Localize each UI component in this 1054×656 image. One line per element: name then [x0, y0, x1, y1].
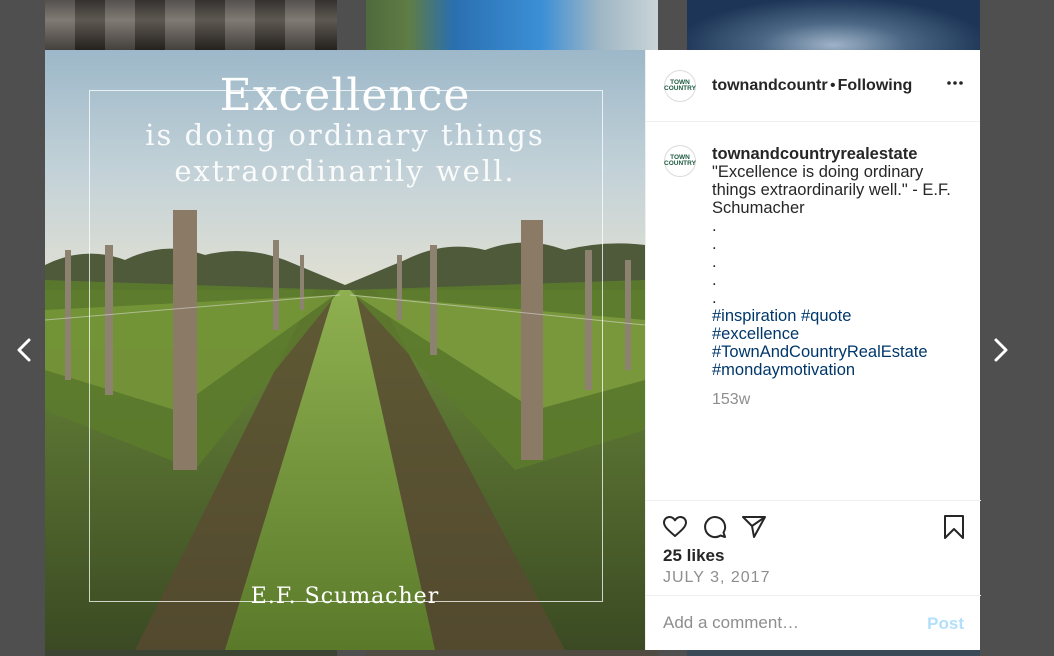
comment-bar: Post: [646, 595, 981, 650]
caption-dot: .: [712, 217, 717, 235]
caption-dot: .: [712, 271, 717, 289]
hashtags-line-4[interactable]: #mondaymotivation: [712, 361, 962, 379]
hashtags-line-2[interactable]: #excellence: [712, 325, 962, 343]
grid-thumbnail-bottom-3[interactable]: [687, 650, 980, 656]
header-separator: •: [830, 76, 836, 94]
grid-thumbnail-kitchen[interactable]: [45, 0, 337, 50]
hashtags-line-1[interactable]: #inspiration #quote: [712, 307, 962, 325]
avatar-logo-text: TOWN COUNTRY: [664, 78, 696, 92]
post-side-panel: TOWN COUNTRY townandcountryrealestate • …: [645, 50, 981, 650]
comment-button[interactable]: [702, 514, 728, 540]
like-button[interactable]: [662, 514, 688, 540]
post-header: TOWN COUNTRY townandcountryrealestate • …: [646, 50, 980, 122]
share-button[interactable]: [741, 514, 767, 540]
caption-dot: .: [712, 235, 717, 253]
caption-dot: .: [712, 253, 717, 271]
following-button[interactable]: Following: [838, 77, 913, 95]
heart-icon: [663, 516, 687, 537]
post-image[interactable]: Excellence is doing ordinary things extr…: [45, 50, 645, 650]
hashtags-line-3[interactable]: #TownAndCountryRealEstate: [712, 343, 962, 361]
quote-author: E.F. Scumacher: [250, 584, 440, 609]
comment-input[interactable]: [663, 613, 913, 633]
chevron-right-icon: [994, 338, 1008, 362]
quote-title: Excellence: [219, 70, 471, 121]
more-options-button[interactable]: [944, 72, 966, 94]
post-modal: Excellence is doing ordinary things extr…: [45, 50, 981, 650]
save-button[interactable]: [941, 514, 967, 540]
post-comment-button[interactable]: Post: [927, 614, 964, 634]
previous-post-button[interactable]: [10, 335, 40, 365]
caption-avatar-logo-text: TOWN COUNTRY: [664, 154, 696, 167]
more-options-icon: [947, 81, 963, 85]
grid-thumbnail-boat-wake[interactable]: [687, 0, 980, 50]
grid-thumbnail-bottom-1[interactable]: [45, 650, 337, 656]
comment-icon: [704, 516, 727, 539]
post-date[interactable]: JULY 3, 2017: [663, 569, 770, 587]
caption-body: townandcountryrealestate "Excellence is …: [712, 145, 962, 409]
likes-count[interactable]: 25 likes: [663, 546, 724, 566]
caption-avatar[interactable]: TOWN COUNTRY: [664, 145, 696, 177]
chevron-left-icon: [17, 338, 31, 362]
bookmark-icon: [944, 515, 964, 539]
header-username[interactable]: townandcountryrealestate: [712, 77, 828, 95]
caption-text: "Excellence is doing ordinary things ext…: [712, 163, 951, 217]
quote-line-2: is doing ordinary things: [145, 118, 545, 152]
caption-time-ago[interactable]: 153w: [712, 391, 962, 409]
quote-line-3: extraordinarily well.: [174, 154, 516, 188]
share-icon: [742, 516, 766, 538]
next-post-button[interactable]: [985, 335, 1015, 365]
caption: TOWN COUNTRY townandcountryrealestate "E…: [664, 145, 964, 409]
caption-username[interactable]: townandcountryrealestate: [712, 145, 962, 163]
grid-thumbnail-pool[interactable]: [366, 0, 658, 50]
grid-thumbnail-bottom-2[interactable]: [366, 650, 658, 656]
caption-dot: .: [712, 289, 717, 307]
post-actions: 25 likes JULY 3, 2017: [646, 500, 981, 595]
avatar[interactable]: TOWN COUNTRY: [664, 69, 696, 102]
